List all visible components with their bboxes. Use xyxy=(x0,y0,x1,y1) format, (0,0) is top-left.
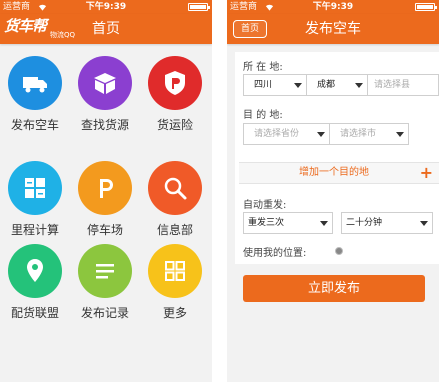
chevron-down-icon xyxy=(320,221,328,226)
tile-label: 发布记录 xyxy=(80,306,129,320)
chevron-down-icon xyxy=(294,83,302,88)
publish-form: 所 在 地: 四川 成都 请选择县 目 的 地: 请选择省份 请选择市 增加一个… xyxy=(235,52,439,264)
tile-mileage-calc[interactable]: 里程计算 xyxy=(0,149,70,237)
destination-label: 目 的 地: xyxy=(243,110,283,121)
plus-icon: + xyxy=(419,163,433,182)
tile-info-dept[interactable]: 信息部 xyxy=(140,149,210,237)
dest-city-select[interactable]: 请选择市 xyxy=(329,123,409,145)
publish-now-button[interactable]: 立即发布 xyxy=(243,275,425,302)
search-icon xyxy=(164,177,187,200)
shield-icon xyxy=(165,71,185,95)
tile-cargo-alliance[interactable]: 配货联盟 xyxy=(0,232,70,320)
page-title: 发布空车 xyxy=(305,21,361,37)
tile-label: 货运险 xyxy=(156,118,193,132)
tile-label: 配货联盟 xyxy=(10,306,59,320)
repeat-interval-select[interactable]: 二十分钟 xyxy=(341,212,433,234)
status-time: 下午9:39 xyxy=(85,2,127,12)
tile-freight-insurance[interactable]: 货运险 xyxy=(140,44,210,132)
status-bar: 运营商 下午9:39 xyxy=(0,0,212,14)
location-pin-icon xyxy=(27,259,43,282)
page-title: 首页 xyxy=(92,21,120,37)
list-icon xyxy=(96,264,114,279)
home-screen: 运营商 下午9:39 货车帮 物流QQ 首页 发布空车 查找货源 货运险 里程计… xyxy=(0,0,212,382)
use-location-toggle[interactable] xyxy=(335,247,343,255)
truck-icon xyxy=(23,77,47,93)
chevron-down-icon xyxy=(420,221,428,226)
chevron-down-icon xyxy=(317,132,325,137)
tile-more[interactable]: 更多 xyxy=(140,232,210,320)
tile-publish-empty-truck[interactable]: 发布空车 xyxy=(0,44,70,132)
add-destination-button[interactable]: 增加一个目的地 + xyxy=(239,162,439,184)
tile-parking[interactable]: 停车场 xyxy=(70,149,140,237)
repeat-times-select[interactable]: 重发三次 xyxy=(243,212,333,234)
battery-icon xyxy=(188,3,210,11)
battery-icon xyxy=(415,3,437,11)
tile-label: 查找货源 xyxy=(80,118,129,132)
status-bar: 运营商 下午9:39 xyxy=(227,0,439,14)
publish-navbar: 首页 发布空车 xyxy=(227,14,439,44)
box-icon xyxy=(94,73,116,94)
origin-city-select[interactable]: 成都 xyxy=(306,74,368,96)
dest-province-select[interactable]: 请选择省份 xyxy=(243,123,330,145)
home-navbar: 货车帮 物流QQ 首页 xyxy=(0,14,212,44)
chevron-down-icon xyxy=(355,83,363,88)
origin-county-select[interactable]: 请选择县 xyxy=(367,74,439,96)
parking-icon xyxy=(100,179,113,198)
tile-publish-records[interactable]: 发布记录 xyxy=(70,232,140,320)
grid-icon xyxy=(165,261,185,281)
status-time: 下午9:39 xyxy=(312,2,354,12)
use-location-label: 使用我的位置: xyxy=(243,248,307,259)
calculator-icon xyxy=(25,178,45,198)
tile-label: 发布空车 xyxy=(10,118,59,132)
origin-province-select[interactable]: 四川 xyxy=(243,74,307,96)
chevron-down-icon xyxy=(396,132,404,137)
tile-find-cargo[interactable]: 查找货源 xyxy=(70,44,140,132)
origin-label: 所 在 地: xyxy=(243,62,283,73)
auto-repeat-label: 自动重发: xyxy=(243,200,287,211)
publish-screen: 运营商 下午9:39 首页 发布空车 所 在 地: 四川 成都 请选择县 目 的… xyxy=(227,0,439,382)
tile-label: 更多 xyxy=(162,306,187,320)
